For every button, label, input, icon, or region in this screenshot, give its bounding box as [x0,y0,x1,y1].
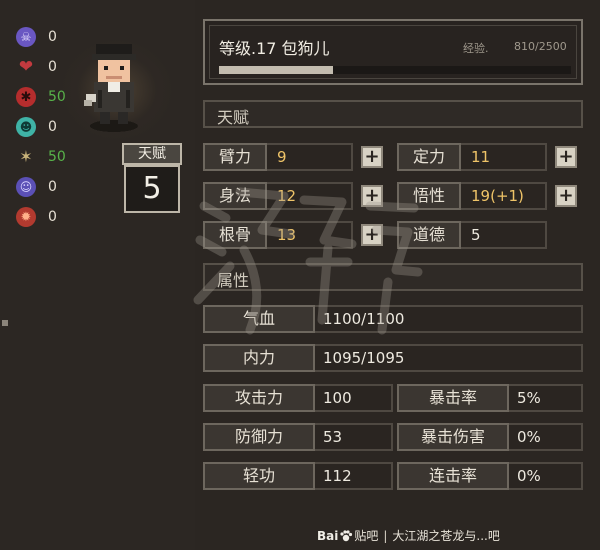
status-value: 0 [48,209,57,225]
crit-damage-label: 暴击伤害 [397,423,509,451]
status-row-flame: ✹ 0 [16,202,66,232]
level-and-name: 等级.17 包狗儿 [219,39,330,58]
experience-bar-fill [219,66,334,74]
crit-damage-value: 0% [509,423,583,451]
experience-label: 经验. [463,42,489,55]
character-sprite [84,44,138,132]
talent-points-box: 天赋 5 [122,143,182,213]
talent-points-value: 5 [124,165,180,213]
mp-value: 1095/1095 [315,344,583,372]
flame-icon: ✹ [16,207,36,227]
talent-section-header: 天赋 [203,100,583,128]
attribute-row-comprehension: 悟性 19(+1) [397,182,547,210]
baidu-text: Bai [317,528,339,543]
attribute-label: 悟性 [397,182,461,210]
status-row-spider: ✱ 50 [16,82,66,112]
attribute-value: 12 [267,182,353,210]
defense-label: 防御力 [203,423,315,451]
attribute-value: 19(+1) [461,182,547,210]
add-agility-button[interactable]: + [361,185,383,207]
mp-label: 内力 [203,344,315,372]
forum-name: 大江湖之苍龙与...吧 [392,529,500,543]
attribute-row-constitution: 根骨 13 [203,221,353,249]
attribute-row-morality: 道德 5 [397,221,547,249]
sparkle-icon: ✶ [19,147,33,166]
combo-rate-label: 连击率 [397,462,509,490]
status-row-broken-heart: ❤ 0 [16,52,66,82]
skull-icon: ☠ [16,27,36,47]
property-section-title: 属性 [217,271,250,290]
qinggong-label: 轻功 [203,462,315,490]
paw-icon [340,529,353,541]
status-row-purple-orb: ☺ 0 [16,172,66,202]
add-comprehension-button[interactable]: + [555,185,577,207]
status-value: 50 [48,149,66,165]
attack-label: 攻击力 [203,384,315,412]
attribute-value: 5 [461,221,547,249]
hp-label: 气血 [203,305,315,333]
status-effects-list: ☠ 0 ❤ 0 ✱ 50 ☻ 0 ✶ 50 ☺ 0 ✹ 0 [16,22,66,232]
status-value: 0 [48,119,57,135]
add-composure-button[interactable]: + [555,146,577,168]
attribute-label: 臂力 [203,143,267,171]
attribute-row-agility: 身法 12 [203,182,353,210]
qinggong-value: 112 [315,462,393,490]
status-value: 0 [48,179,57,195]
experience-value: 810/2500 [514,40,567,53]
ghost-icon: ☻ [16,117,36,137]
attribute-label: 定力 [397,143,461,171]
add-strength-button[interactable]: + [361,146,383,168]
status-row-skull: ☠ 0 [16,22,66,52]
status-value: 0 [48,29,57,45]
spider-icon: ✱ [16,87,36,107]
experience-bar [219,66,571,74]
attribute-value: 13 [267,221,353,249]
property-section-header: 属性 [203,263,583,291]
attribute-row-composure: 定力 11 [397,143,547,171]
status-row-sparkle: ✶ 50 [16,142,66,172]
talent-points-title: 天赋 [122,143,182,165]
attribute-row-strength: 臂力 9 [203,143,353,171]
attack-value: 100 [315,384,393,412]
add-constitution-button[interactable]: + [361,224,383,246]
status-row-ghost: ☻ 0 [16,112,66,142]
broken-heart-icon: ❤ [18,56,34,77]
tieba-text: 贴吧 [354,529,379,543]
crit-rate-label: 暴击率 [397,384,509,412]
purple-orb-icon: ☺ [16,177,36,197]
attribute-label: 道德 [397,221,461,249]
combo-rate-value: 0% [509,462,583,490]
level-panel: 等级.17 包狗儿 经验. 810/2500 [203,19,583,85]
attribute-label: 身法 [203,182,267,210]
hp-value: 1100/1100 [315,305,583,333]
talent-section-title: 天赋 [217,108,250,127]
attribute-value: 9 [267,143,353,171]
defense-value: 53 [315,423,393,451]
left-edge-marker [2,320,8,326]
separator: | [383,528,388,543]
baidu-tieba-watermark: Bai 贴吧 | 大江湖之苍龙与...吧 [317,527,500,544]
attribute-label: 根骨 [203,221,267,249]
status-value: 0 [48,59,57,75]
crit-rate-value: 5% [509,384,583,412]
attribute-value: 11 [461,143,547,171]
